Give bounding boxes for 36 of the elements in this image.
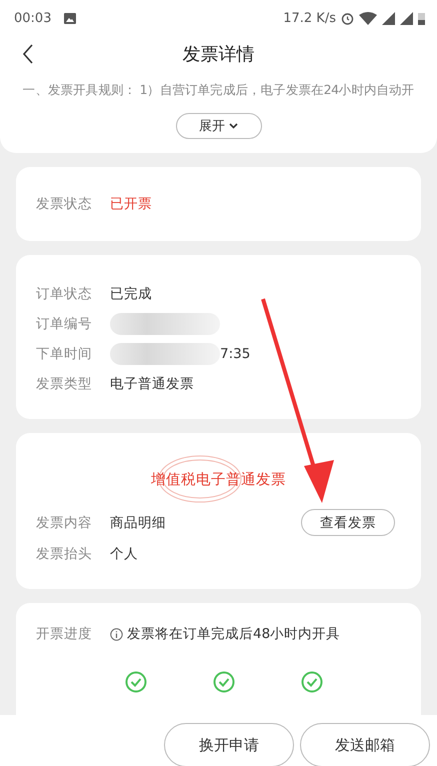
field-label: 订单状态 xyxy=(36,285,93,303)
page-title: 发票详情 xyxy=(182,43,254,66)
progress-note: 发票将在订单完成后48小时内开具 xyxy=(127,625,340,643)
field-label: 发票抬头 xyxy=(36,544,93,562)
field-value: 已完成 xyxy=(110,285,152,303)
network-speed: 17.2 K/s xyxy=(283,10,336,26)
view-invoice-button[interactable]: 查看发票 xyxy=(301,509,395,536)
field-label: 发票状态 xyxy=(36,195,93,213)
alarm-icon xyxy=(341,12,354,24)
expand-button[interactable]: 展开 xyxy=(176,113,262,139)
image-icon xyxy=(64,12,76,24)
info-icon xyxy=(110,628,123,640)
field-value: 个人 xyxy=(110,544,138,562)
field-label: 发票类型 xyxy=(36,375,93,393)
invoice-kind: 增值税电子普通发票 xyxy=(151,470,286,488)
clock-time: 00:03 xyxy=(14,10,52,26)
status-value: 已开票 xyxy=(110,195,152,213)
action-button[interactable]: 发送邮箱 xyxy=(300,723,430,766)
signal-icon xyxy=(382,12,395,24)
battery-icon xyxy=(418,12,425,24)
wifi-icon xyxy=(359,12,377,24)
action-button[interactable]: 换开申请 xyxy=(164,723,294,766)
field-value: 商品明细 xyxy=(110,514,166,532)
field-label: 开票进度 xyxy=(36,625,93,643)
chevron-down-icon xyxy=(229,123,238,129)
check-circle-icon xyxy=(124,671,146,693)
field-value: 电子普通发票 xyxy=(110,375,194,393)
field-value: 7:35 xyxy=(220,346,250,362)
field-label: 下单时间 xyxy=(36,345,93,363)
check-circle-icon xyxy=(300,671,322,693)
check-circle-icon xyxy=(212,671,234,693)
signal-icon xyxy=(400,12,413,24)
rules-text: 一、发票开具规则： 1）自营订单完成后，电子发票在24小时内自动开 xyxy=(22,82,414,99)
field-label: 订单编号 xyxy=(36,315,93,333)
back-icon[interactable] xyxy=(22,44,34,64)
field-label: 发票内容 xyxy=(36,514,93,532)
